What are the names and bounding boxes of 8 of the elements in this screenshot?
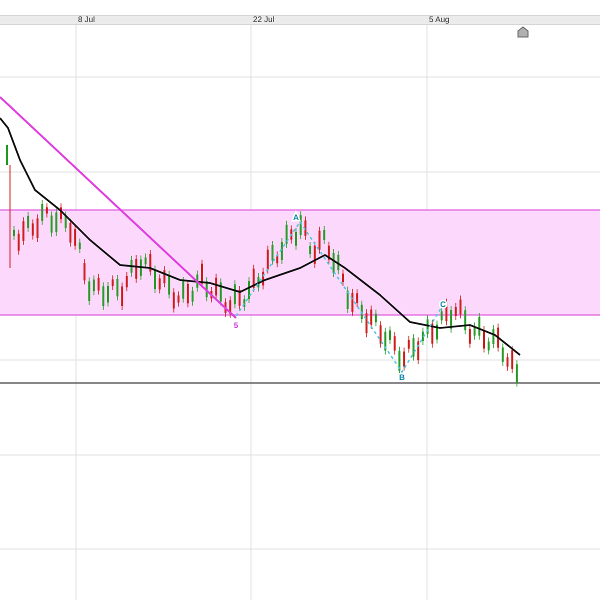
date-label: 5 Aug [429,15,450,25]
pattern-label: A [293,213,299,222]
date-label: 22 Jul [253,15,274,25]
date-label: 8 Jul [78,15,95,25]
pattern-label: B [399,373,405,382]
pattern-label: 5 [234,321,238,330]
pattern-label: C [440,300,446,309]
scroll-marker-icon[interactable] [518,26,528,38]
